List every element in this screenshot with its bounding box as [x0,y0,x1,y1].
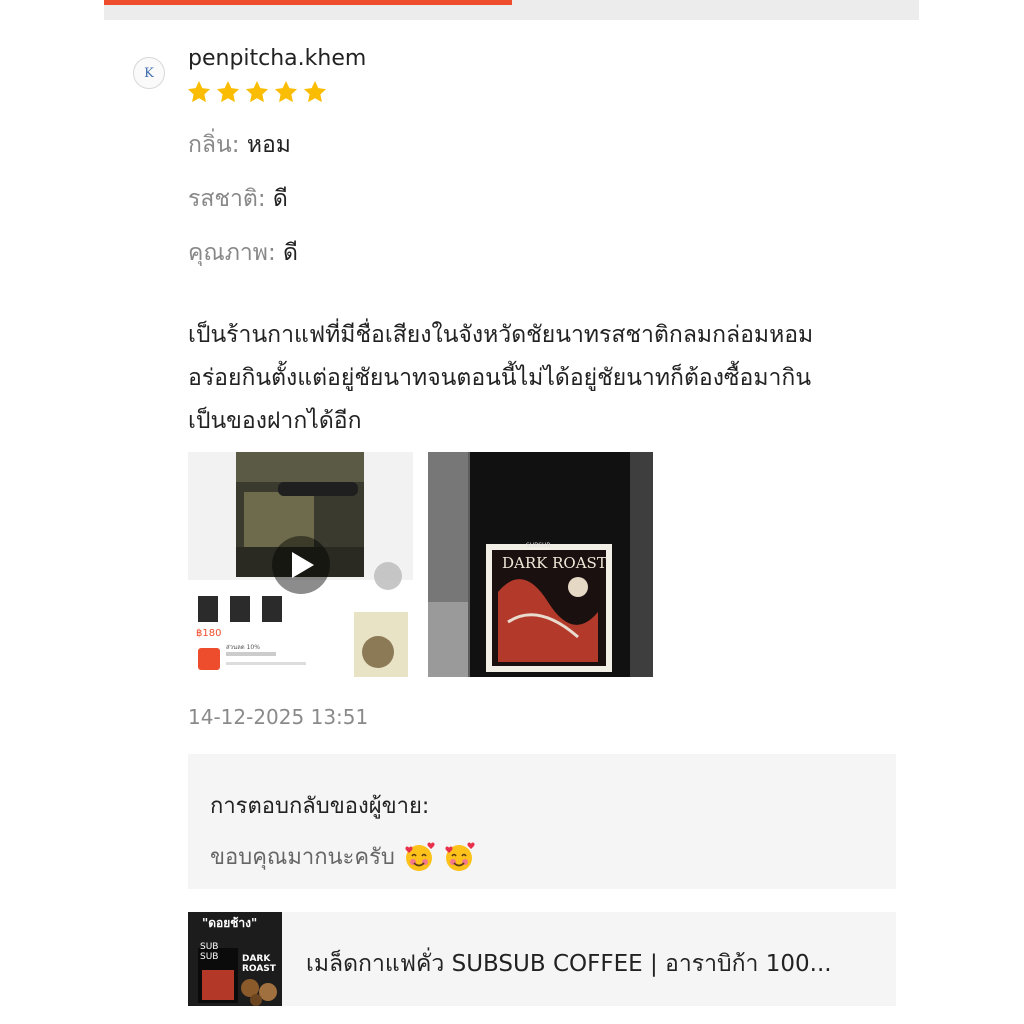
product-thumb-brand-2: SUB [200,952,219,962]
attribute-taste: รสชาติ: ดี [188,181,288,217]
attribute-value: หอม [246,132,291,158]
bag-label: DARK ROAST [502,554,607,572]
attribute-label: กลิ่น: [188,132,240,158]
product-thumb-roast-1: DARK [242,954,271,964]
product-thumb-roast-2: ROAST [242,964,276,974]
star-icon [245,80,269,103]
product-card[interactable]: "ดอยช้าง" SUB SUB DARK ROAST เมล็ดกาแฟคั… [188,912,896,1006]
product-thumb-heading: "ดอยช้าง" [202,916,258,930]
attribute-quality: คุณภาพ: ดี [188,235,298,271]
attribute-label: คุณภาพ: [188,240,276,266]
video-discount: ส่วนลด 10% [226,644,260,651]
attribute-value: ดี [283,240,298,266]
review-timestamp: 14-12-2025 13:51 [188,705,369,729]
review-text-line: อร่อยกินตั้งแต่อยู่ชัยนาทจนตอนนี้ไม่ได้อ… [188,365,812,391]
review-photo-thumbnail[interactable]: SUBSUB DARK ROAST [428,452,653,677]
product-thumbnail: "ดอยช้าง" SUB SUB DARK ROAST [188,912,282,1006]
avatar[interactable]: K [133,57,165,89]
star-icon [303,80,327,103]
review-text-line: เป็นของฝากได้อีก [188,408,362,434]
review-video-thumbnail[interactable]: ฿180 ส่วนลด 10% [188,452,413,677]
bag-brand: SUBSUB [526,542,551,549]
attribute-label: รสชาติ: [188,186,266,212]
progress-fill [104,0,512,5]
review-text: เป็นร้านกาแฟที่มีชื่อเสียงในจังหวัดชัยนา… [188,314,888,443]
smiling-face-with-hearts-icon [445,842,475,871]
star-icon [274,80,298,103]
attribute-value: ดี [272,186,288,212]
attribute-aroma: กลิ่น: หอม [188,127,291,163]
smiling-face-with-hearts-icon [405,842,435,871]
seller-reply: การตอบกลับของผู้ขาย: ขอบคุณมากนะครับ [188,754,896,889]
seller-reply-body: ขอบคุณมากนะครับ [210,839,874,874]
seller-reply-text: ขอบคุณมากนะครับ [210,845,395,870]
reviewer-username: penpitcha.khem [188,46,367,71]
video-price: ฿180 [196,628,222,639]
star-icon [187,80,211,103]
video-preview-image [188,452,413,677]
review-text-line: เป็นร้านกาแฟที่มีชื่อเสียงในจังหวัดชัยนา… [188,322,814,348]
star-icon [216,80,240,103]
product-thumb-brand-1: SUB [200,942,219,952]
seller-reply-title: การตอบกลับของผู้ขาย: [210,794,430,819]
product-title: เมล็ดกาแฟคั่ว SUBSUB COFFEE | อาราบิก้า … [306,951,832,977]
progress-bar [104,0,919,20]
star-rating [186,79,328,105]
avatar-letter: K [144,65,154,81]
